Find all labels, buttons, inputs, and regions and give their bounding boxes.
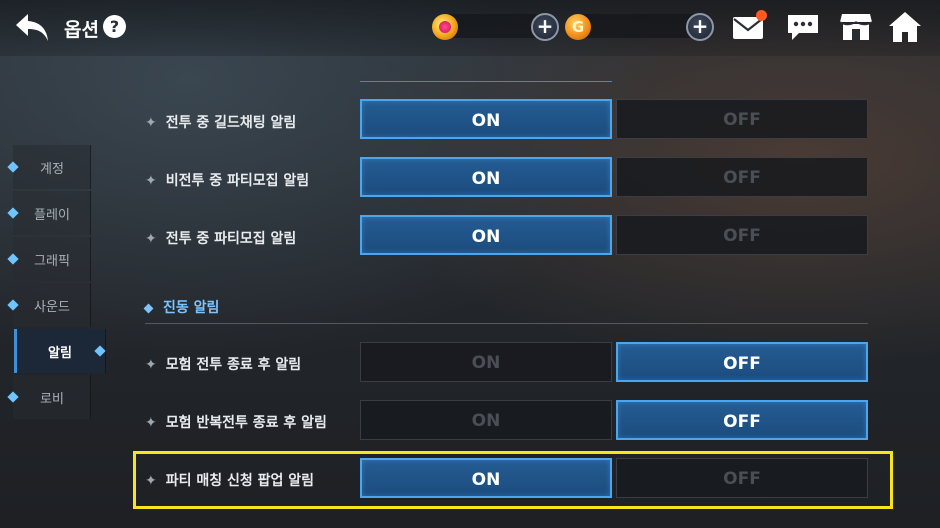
adventure-battle-end-off-button[interactable]: OFF bbox=[616, 342, 868, 382]
adventure-repeat-battle-end-off-button[interactable]: OFF bbox=[616, 400, 868, 440]
nav-item-label: 계정 bbox=[40, 162, 64, 177]
home-button[interactable] bbox=[886, 9, 924, 45]
party-matching-popup-on-button[interactable]: ON bbox=[360, 458, 612, 498]
setting-label-adventure-repeat-battle-end: ✦ 모험 반복전투 종료 후 알림 bbox=[145, 415, 327, 431]
nav-item-graphics[interactable]: 그래픽 bbox=[7, 237, 91, 281]
guild-chat-in-battle-on-button[interactable]: ON bbox=[360, 99, 612, 139]
bullet-star-icon: ✦ bbox=[145, 115, 157, 131]
vibration-section-title: 진동 알림 bbox=[143, 297, 219, 317]
setting-label-party-recruit-in-battle: ✦ 전투 중 파티모집 알림 bbox=[145, 231, 297, 247]
chat-button[interactable] bbox=[785, 9, 823, 45]
list-top-divider bbox=[360, 81, 612, 82]
party-recruit-out-of-battle-on-button[interactable]: ON bbox=[360, 157, 612, 197]
home-icon bbox=[889, 12, 921, 42]
bullet-star-icon: ✦ bbox=[145, 357, 157, 373]
mail-notification-badge bbox=[756, 10, 767, 21]
party-recruit-in-battle-on-button[interactable]: ON bbox=[360, 215, 612, 255]
section-diamond-icon bbox=[143, 303, 154, 313]
party-recruit-in-battle-off-button[interactable]: OFF bbox=[616, 215, 868, 255]
section-divider bbox=[145, 323, 868, 324]
guild-chat-in-battle-off-button[interactable]: OFF bbox=[616, 99, 868, 139]
setting-label-guild-chat-in-battle: ✦ 전투 중 길드채팅 알림 bbox=[145, 115, 297, 131]
help-icon[interactable]: ? bbox=[103, 15, 126, 38]
setting-label-party-recruit-out-of-battle: ✦ 비전투 중 파티모집 알림 bbox=[145, 173, 310, 189]
page-title: 옵션 bbox=[64, 19, 99, 41]
shop-button[interactable] bbox=[838, 9, 876, 45]
nav-item-label: 사운드 bbox=[34, 300, 70, 315]
party-matching-popup-off-button[interactable]: OFF bbox=[616, 458, 868, 498]
nav-item-account[interactable]: 계정 bbox=[7, 145, 91, 189]
nav-item-label: 그래픽 bbox=[34, 254, 70, 269]
add-gem-button[interactable]: + bbox=[531, 13, 559, 41]
bullet-star-icon: ✦ bbox=[145, 415, 157, 431]
nav-item-label: 로비 bbox=[40, 392, 64, 407]
bullet-star-icon: ✦ bbox=[145, 231, 157, 247]
nav-item-sound[interactable]: 사운드 bbox=[7, 283, 91, 327]
party-recruit-out-of-battle-off-button[interactable]: OFF bbox=[616, 157, 868, 197]
nav-item-label: 플레이 bbox=[34, 208, 70, 223]
gold-icon: G bbox=[565, 14, 591, 40]
mail-button[interactable] bbox=[731, 9, 769, 45]
adventure-repeat-battle-end-on-button[interactable]: ON bbox=[360, 400, 612, 440]
chat-icon bbox=[788, 15, 818, 40]
back-arrow-icon[interactable] bbox=[12, 8, 54, 48]
nav-item-notifications[interactable]: 알림 bbox=[14, 329, 106, 373]
add-gold-button[interactable]: + bbox=[686, 13, 714, 41]
adventure-battle-end-on-button[interactable]: ON bbox=[360, 342, 612, 382]
setting-label-adventure-battle-end: ✦ 모험 전투 종료 후 알림 bbox=[145, 357, 302, 373]
nav-item-play[interactable]: 플레이 bbox=[7, 191, 91, 235]
shop-icon bbox=[839, 14, 873, 40]
bullet-star-icon: ✦ bbox=[145, 173, 157, 189]
nav-item-label: 알림 bbox=[48, 346, 72, 361]
gem-icon bbox=[432, 14, 458, 40]
top-bar: 옵션 ? + G + bbox=[0, 0, 940, 56]
nav-item-lobby[interactable]: 로비 bbox=[7, 375, 91, 419]
bullet-star-icon: ✦ bbox=[145, 473, 157, 489]
setting-label-party-matching-popup: ✦ 파티 매칭 신청 팝업 알림 bbox=[145, 473, 315, 489]
